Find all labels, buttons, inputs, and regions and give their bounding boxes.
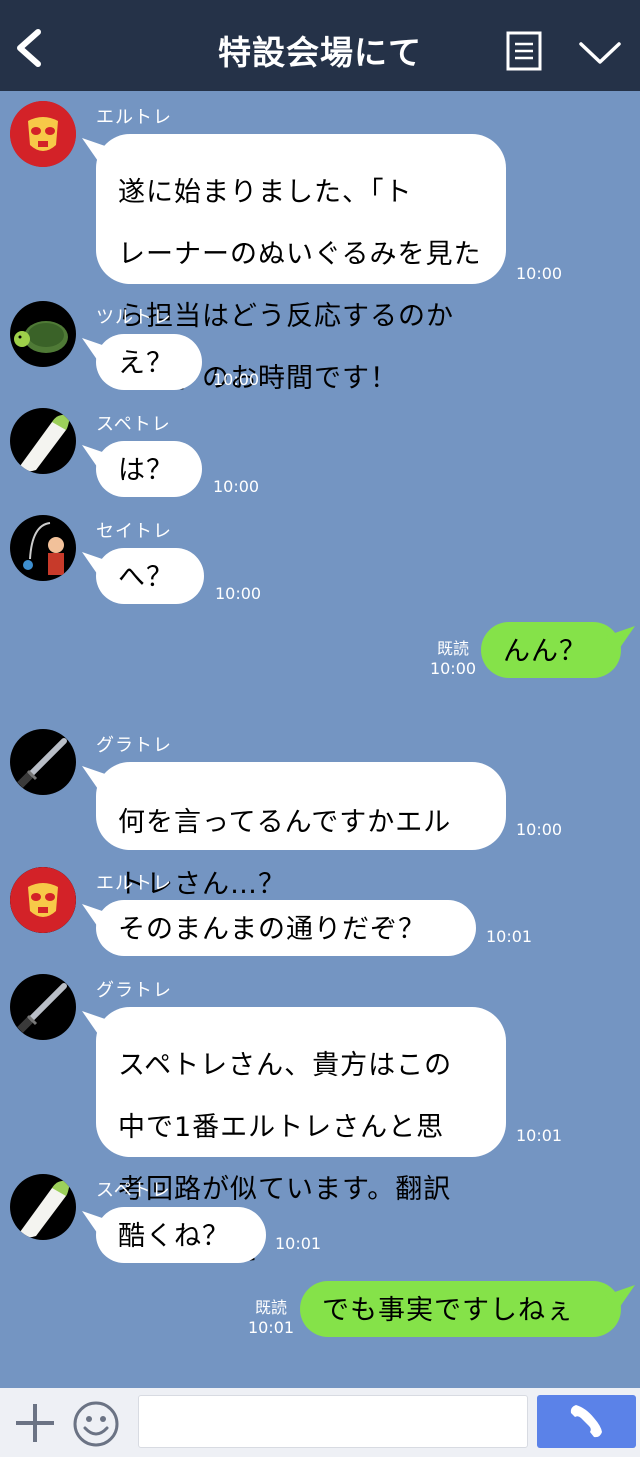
message-time: 10:01 [247, 1318, 295, 1337]
input-bar [0, 1388, 640, 1457]
phone-icon [570, 1405, 602, 1438]
fishing-person-icon [23, 522, 64, 575]
plus-icon[interactable] [14, 1402, 56, 1444]
message-bubble[interactable]: そのまんまの通りだぞ？ [96, 900, 476, 956]
message-time: 10:00 [516, 820, 563, 839]
message-time: 10:00 [213, 370, 260, 389]
sender-name: ツルトレ [96, 307, 172, 328]
call-button[interactable] [537, 1395, 636, 1448]
sender-name: エルトレ [96, 873, 172, 894]
avatar-sword[interactable] [10, 729, 76, 795]
radish-icon [20, 1180, 70, 1238]
sender-name: グラトレ [96, 980, 172, 1001]
radish-icon [20, 414, 70, 472]
sender-name: セイトレ [96, 521, 172, 542]
read-label: 既読 [436, 639, 469, 658]
message-bubble[interactable]: 何を言ってるんですかエル トレさん…？ [96, 762, 506, 900]
sword-icon [17, 983, 67, 1033]
sender-name: グラトレ [96, 735, 172, 756]
message-time: 10:01 [486, 927, 533, 946]
message-line: レーナーのぬいぐるみを見た [118, 239, 482, 270]
message-time: 10:00 [213, 477, 260, 496]
message-bubble[interactable]: え？ [96, 334, 202, 390]
read-receipt: 既読 10:01 [246, 1298, 296, 1338]
sender-name: エルトレ [96, 107, 172, 128]
message-line: ら担当はどう反応するのか [118, 301, 454, 332]
message-bubble[interactable]: へ？ [96, 548, 204, 604]
turtle-icon [14, 321, 68, 353]
avatar-radish[interactable] [10, 1174, 76, 1240]
message-line: 考回路が似ています。翻訳 [118, 1174, 452, 1205]
message-bubble[interactable]: 遂に始まりました、「ト レーナーのぬいぐるみを見た ら担当はどう反応するのか 検… [96, 134, 506, 394]
wrestler-mask-icon [10, 867, 76, 933]
chat-title: 特設会場にて [218, 33, 422, 72]
message-bubble[interactable]: でも事実ですしねぇ [300, 1281, 621, 1337]
avatar-turtle[interactable] [10, 301, 76, 367]
message-bubble[interactable]: んん？ [481, 622, 621, 678]
message-line: 中で1番エルトレさんと思 [118, 1112, 445, 1143]
message-list[interactable]: エルトレ 遂に始まりました、「ト レーナーのぬいぐるみを見た ら担当はどう反応す… [0, 91, 640, 1388]
message-bubble[interactable]: は？ [96, 441, 202, 497]
sender-name: スペトレ [96, 1180, 171, 1201]
message-bubble[interactable]: スペトレさん、貴方はこの 中で1番エルトレさんと思 考回路が似ています。翻訳 任… [96, 1007, 506, 1267]
avatar-radish[interactable] [10, 408, 76, 474]
chat-header: 特設会場にて [0, 0, 640, 91]
read-label: 既読 [254, 1298, 287, 1317]
avatar-mask[interactable] [10, 867, 76, 933]
message-time: 10:01 [516, 1126, 563, 1145]
message-bubble[interactable]: 酷くね？ [96, 1207, 266, 1263]
message-input[interactable] [138, 1395, 528, 1448]
message-line: スペトレさん、貴方はこの [118, 1050, 453, 1081]
sender-name: スペトレ [96, 414, 171, 435]
message-time: 10:00 [429, 659, 477, 678]
sword-icon [17, 738, 67, 788]
menu-icon[interactable] [506, 31, 542, 71]
smile-icon[interactable] [72, 1400, 120, 1448]
message-time: 10:00 [516, 264, 563, 283]
message-time: 10:01 [275, 1234, 322, 1253]
wrestler-mask-icon [10, 101, 76, 167]
message-time: 10:00 [215, 584, 262, 603]
chevron-down-icon[interactable] [578, 40, 622, 66]
message-line: 遂に始まりました、「ト [118, 177, 413, 208]
message-line: トレさん…？ [118, 869, 286, 900]
read-receipt: 既読 10:00 [428, 639, 478, 679]
avatar-mask[interactable] [10, 101, 76, 167]
message-line: 何を言ってるんですかエル [118, 807, 452, 838]
avatar-sword[interactable] [10, 974, 76, 1040]
avatar-fishing[interactable] [10, 515, 76, 581]
